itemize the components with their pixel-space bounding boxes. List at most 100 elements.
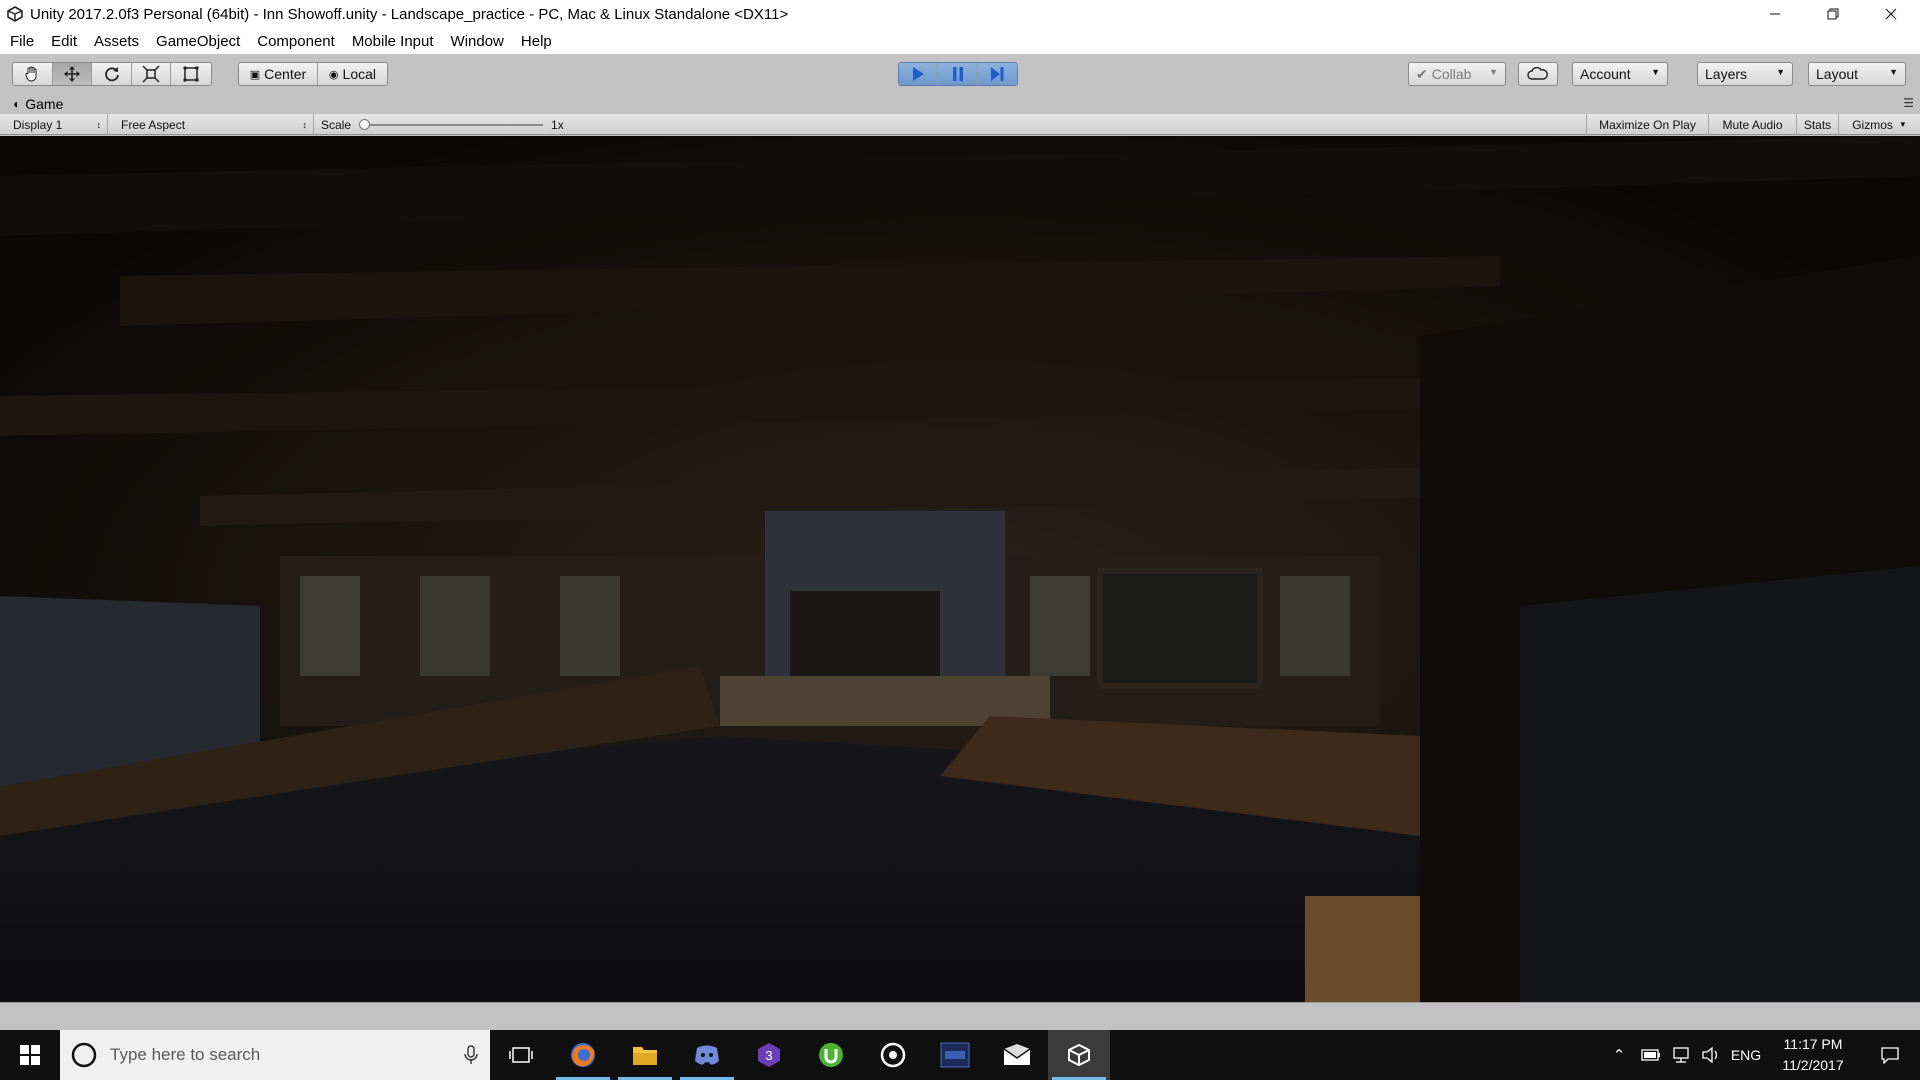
aspect-label: Free Aspect	[121, 117, 186, 132]
pause-icon[interactable]	[938, 63, 978, 85]
window-title: Unity 2017.2.0f3 Personal (64bit) - Inn …	[30, 5, 789, 23]
pivot-center-label: Center	[264, 66, 307, 82]
discord-icon[interactable]	[676, 1030, 738, 1080]
account-dropdown[interactable]: Account ▼	[1572, 62, 1668, 86]
game-tab-header: ◖ Game ☰	[0, 94, 1920, 114]
collab-check-icon: ✔	[1416, 65, 1428, 82]
task-view-icon[interactable]	[490, 1030, 552, 1080]
menu-help[interactable]: Help	[521, 33, 552, 50]
mute-audio-toggle[interactable]: Mute Audio	[1708, 114, 1796, 135]
game-tab-label: Game	[25, 96, 64, 112]
scale-slider[interactable]	[359, 118, 544, 131]
aspect-dropdown[interactable]: Free Aspect ↕	[114, 114, 314, 135]
game-pacman-icon: ◖	[12, 97, 20, 111]
groove-music-icon[interactable]	[862, 1030, 924, 1080]
layers-label: Layers	[1705, 66, 1748, 82]
application-icon[interactable]	[924, 1030, 986, 1080]
pivot-center-button[interactable]: ▣ Center	[239, 63, 318, 85]
chevron-updown-icon: ↕	[302, 119, 308, 130]
scale-label: Scale	[321, 117, 352, 132]
play-icon[interactable]	[899, 63, 939, 85]
windows-logo-icon	[20, 1045, 40, 1065]
panel-menu-icon[interactable]: ☰	[1903, 96, 1914, 110]
utorrent-icon[interactable]	[800, 1030, 862, 1080]
chevron-down-icon: ▼	[1651, 67, 1660, 77]
stats-toggle[interactable]: Stats	[1796, 114, 1838, 135]
status-bar	[0, 1002, 1920, 1030]
taskbar: Type here to search 3 ⌃ ENG 11:17 PM 11/…	[0, 1030, 1920, 1080]
tray-chevron-up-icon[interactable]: ⌃	[1604, 1030, 1634, 1080]
local-space-icon: ◉	[328, 68, 339, 81]
rect-tool-icon[interactable]	[171, 63, 211, 85]
gizmos-label: Gizmos	[1852, 117, 1893, 132]
unity-logo-icon	[4, 3, 26, 25]
pivot-local-label: Local	[342, 66, 376, 82]
chevron-down-icon: ▼	[1489, 67, 1498, 77]
display-dropdown[interactable]: Display 1 ↕	[6, 114, 108, 135]
mail-icon[interactable]	[986, 1030, 1048, 1080]
menu-window[interactable]: Window	[451, 33, 504, 50]
move-tool-icon[interactable]	[52, 63, 93, 85]
collab-dropdown[interactable]: ✔ Collab ▼	[1408, 62, 1506, 86]
rotate-tool-icon[interactable]	[92, 63, 132, 85]
menu-bar: File Edit Assets GameObject Component Mo…	[0, 28, 1920, 54]
account-label: Account	[1580, 66, 1631, 82]
cortana-icon	[71, 1042, 97, 1068]
step-icon[interactable]	[977, 63, 1017, 85]
scale-slider-thumb[interactable]	[359, 118, 371, 130]
stats-label: Stats	[1803, 117, 1832, 132]
menu-component[interactable]: Component	[257, 33, 335, 50]
menu-assets[interactable]: Assets	[94, 33, 139, 50]
microphone-icon[interactable]	[464, 1045, 478, 1065]
file-explorer-icon[interactable]	[614, 1030, 676, 1080]
cloud-icon	[1527, 67, 1548, 80]
collab-label: Collab	[1431, 66, 1472, 82]
transform-tools	[12, 62, 212, 86]
scale-tool-icon[interactable]	[131, 63, 172, 85]
chevron-down-icon: ▼	[1889, 67, 1898, 77]
menu-gameobject[interactable]: GameObject	[156, 33, 240, 50]
chevron-down-icon: ▼	[1776, 67, 1785, 77]
chevron-updown-icon: ↕	[96, 119, 102, 130]
pivot-local-button[interactable]: ◉ Local	[317, 63, 387, 85]
close-icon[interactable]	[1862, 0, 1920, 28]
svg-text:3: 3	[765, 1048, 772, 1063]
hand-tool-icon[interactable]	[13, 63, 53, 85]
menu-file[interactable]: File	[10, 33, 34, 50]
volume-icon[interactable]	[1696, 1030, 1726, 1080]
layout-label: Layout	[1816, 66, 1859, 82]
clock-date: 11/2/2017	[1782, 1057, 1844, 1073]
notifications-icon[interactable]	[1862, 1030, 1918, 1080]
scale-control: Scale 1x	[314, 114, 584, 135]
scale-value: 1x	[551, 117, 564, 132]
cloud-button[interactable]	[1518, 62, 1558, 86]
maximize-on-play-toggle[interactable]: Maximize On Play	[1586, 114, 1708, 135]
start-button[interactable]	[0, 1030, 60, 1080]
main-toolbar: ▣ Center ◉ Local ✔ Collab ▼ Account ▼ La…	[0, 54, 1920, 94]
visual-studio-icon[interactable]: 3	[738, 1030, 800, 1080]
menu-edit[interactable]: Edit	[51, 33, 77, 50]
game-viewport[interactable]	[0, 136, 1920, 1002]
menu-mobile-input[interactable]: Mobile Input	[352, 33, 434, 50]
system-clock[interactable]: 11:17 PM 11/2/2017	[1758, 1030, 1868, 1080]
restore-icon[interactable]	[1804, 0, 1862, 28]
layers-dropdown[interactable]: Layers ▼	[1697, 62, 1793, 86]
title-bar: Unity 2017.2.0f3 Personal (64bit) - Inn …	[0, 0, 1920, 28]
clock-time: 11:17 PM	[1783, 1036, 1843, 1052]
layout-dropdown[interactable]: Layout ▼	[1808, 62, 1906, 86]
unity-icon[interactable]	[1048, 1030, 1110, 1080]
firefox-icon[interactable]	[552, 1030, 614, 1080]
battery-icon[interactable]	[1636, 1030, 1666, 1080]
language-label: ENG	[1730, 1047, 1762, 1063]
mute-audio-label: Mute Audio	[1722, 117, 1783, 132]
play-controls	[898, 62, 1018, 86]
display-label: Display 1	[13, 117, 63, 132]
game-scene-render	[0, 136, 1920, 1002]
taskbar-search-box[interactable]: Type here to search	[60, 1030, 490, 1080]
minimize-icon[interactable]	[1746, 0, 1804, 28]
network-icon[interactable]	[1666, 1030, 1696, 1080]
pivot-toggles: ▣ Center ◉ Local	[238, 62, 388, 86]
gizmos-dropdown[interactable]: Gizmos ▼	[1838, 114, 1920, 135]
search-placeholder: Type here to search	[110, 1045, 261, 1064]
tab-game[interactable]: ◖ Game	[0, 94, 63, 114]
